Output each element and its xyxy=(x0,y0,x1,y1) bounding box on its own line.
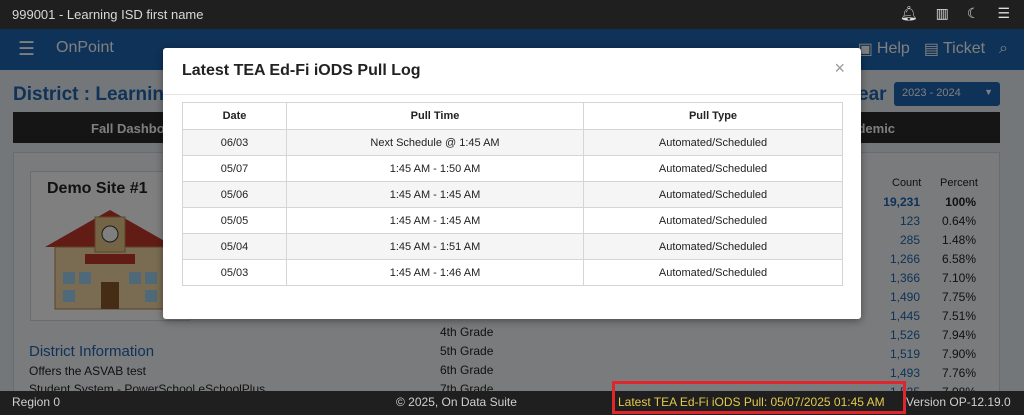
date-cell: 05/03 xyxy=(182,259,287,286)
pull-type-cell: Automated/Scheduled xyxy=(583,129,843,156)
latest-pull-status[interactable]: Latest TEA Ed-Fi iODS Pull: 05/07/2025 0… xyxy=(612,381,906,414)
pull-time-cell: 1:45 AM - 1:45 AM xyxy=(286,207,584,234)
region-label: Region 0 xyxy=(12,395,61,409)
pull-type-cell: Automated/Scheduled xyxy=(583,181,843,208)
table-row: 05/04 1:45 AM - 1:51 AM Automated/Schedule… xyxy=(182,233,843,260)
pull-type-cell: Automated/Scheduled xyxy=(583,233,843,260)
version-label: Version OP-12.19.0 xyxy=(906,395,1011,409)
pull-log-table: Date Pull Time Pull Type 06/03 Next Sched… xyxy=(182,102,843,286)
footer-bar: Region 0 © 2025, On Data Suite Latest TE… xyxy=(0,381,1024,415)
pull-time-cell: Next Schedule @ 1:45 AM xyxy=(286,129,584,156)
column-header-date: Date xyxy=(182,102,287,130)
building-icon[interactable]: ▥ xyxy=(936,5,949,22)
bell-icon[interactable]: 🔔︎ xyxy=(900,5,918,22)
pull-type-cell: Automated/Scheduled xyxy=(583,207,843,234)
moon-icon[interactable]: ☾ xyxy=(967,5,980,22)
column-header-pull-time: Pull Time xyxy=(286,102,584,130)
date-cell: 05/06 xyxy=(182,181,287,208)
table-row: 06/03 Next Schedule @ 1:45 AM Automated/Sc… xyxy=(182,129,843,156)
pull-log-modal: Latest TEA Ed-Fi iODS Pull Log × Date Pu… xyxy=(163,48,861,319)
pull-time-cell: 1:45 AM - 1:50 AM xyxy=(286,155,584,182)
modal-title: Latest TEA Ed-Fi iODS Pull Log xyxy=(182,62,421,79)
column-header-pull-type: Pull Type xyxy=(583,102,843,130)
table-row: 05/06 1:45 AM - 1:45 AM Automated/Schedule… xyxy=(182,181,843,208)
pull-type-cell: Automated/Scheduled xyxy=(583,259,843,286)
table-row: 05/05 1:45 AM - 1:45 AM Automated/Schedule… xyxy=(182,207,843,234)
date-cell: 05/07 xyxy=(182,155,287,182)
table-row: 05/07 1:45 AM - 1:50 AM Automated/Schedule… xyxy=(182,155,843,182)
date-cell: 05/05 xyxy=(182,207,287,234)
account-title: 999001 - Learning ISD first name xyxy=(12,7,204,22)
date-cell: 06/03 xyxy=(182,129,287,156)
pull-time-cell: 1:45 AM - 1:45 AM xyxy=(286,181,584,208)
table-header-row: Date Pull Time Pull Type xyxy=(182,102,843,130)
top-bar-icons: 🔔︎ ▥ ☾ ☰ xyxy=(900,5,1010,22)
pull-time-cell: 1:45 AM - 1:46 AM xyxy=(286,259,584,286)
pull-type-cell: Automated/Scheduled xyxy=(583,155,843,182)
menu-icon[interactable]: ☰ xyxy=(997,5,1010,22)
pull-time-cell: 1:45 AM - 1:51 AM xyxy=(286,233,584,260)
date-cell: 05/04 xyxy=(182,233,287,260)
modal-divider xyxy=(163,94,861,95)
close-icon[interactable]: × xyxy=(834,58,845,79)
table-row: 05/03 1:45 AM - 1:46 AM Automated/Schedule… xyxy=(182,259,843,286)
copyright: © 2025, On Data Suite xyxy=(396,395,517,409)
top-bar: 999001 - Learning ISD first name 🔔︎ ▥ ☾ … xyxy=(0,0,1024,29)
